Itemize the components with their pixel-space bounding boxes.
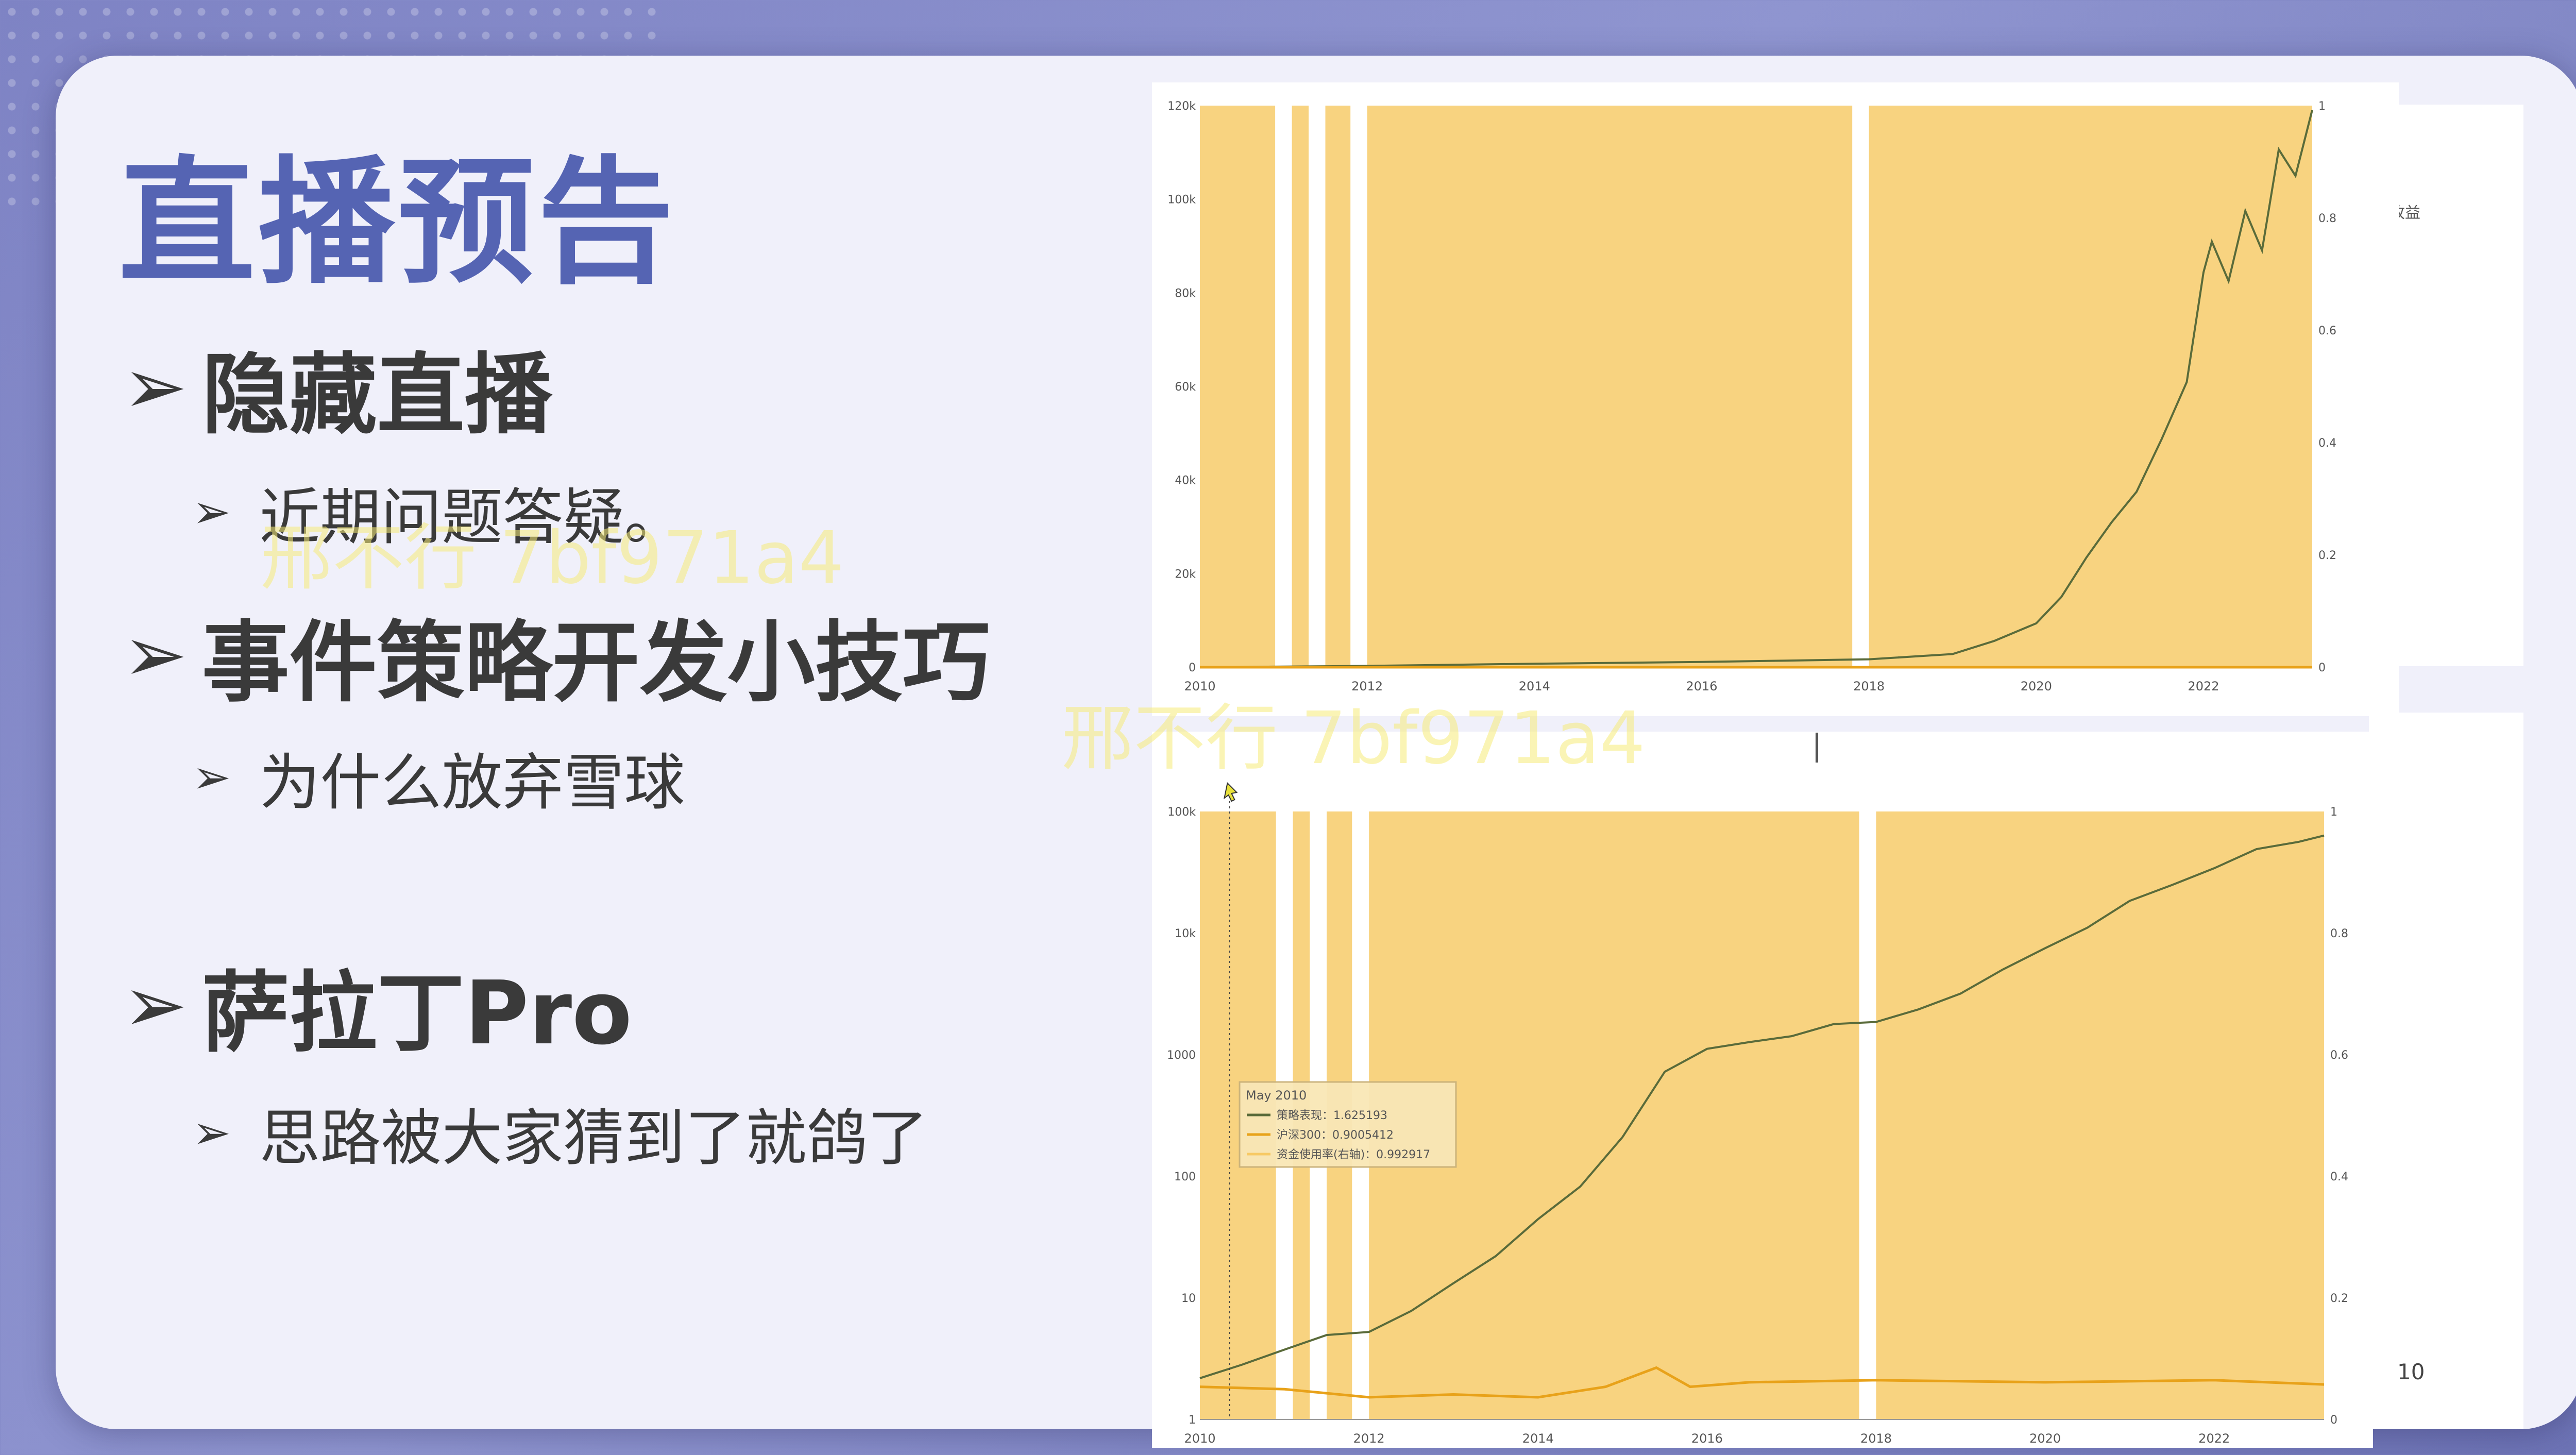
capital-usage-bar (1367, 106, 1853, 667)
capital-usage-bar (1292, 106, 1309, 667)
heading-hidden-live: 隐藏直播 (201, 344, 552, 446)
equity-curve-linear-chart[interactable]: 2010 2012 2014 2016 2018 2020 2022 0 20k 40k 60k 80… (1152, 82, 2399, 716)
x-tick-label: 2014 (1519, 679, 1550, 693)
y2-tick-label: 0.8 (2330, 927, 2348, 940)
y-tick-label: 1 (1189, 1414, 1196, 1427)
chart-panel-bottom: 2010 2012 2014 2016 2018 2020 2022 1 10 100 1000 10… (1152, 732, 2373, 1448)
x-tick-label: 2010 (1184, 679, 1215, 693)
arrow-bullet-icon: ➢ (192, 1106, 231, 1160)
bullet-sub-3: ➢ 思路被大家猜到了就鸽了 (192, 1089, 928, 1177)
sub-why-abandon-snowball: 为什么放弃雪球 (259, 747, 685, 818)
arrow-bullet-icon: ➢ (192, 750, 231, 804)
text-cursor-icon (1816, 733, 1818, 763)
sub-recent-qa: 近期问题答疑。 (259, 482, 685, 553)
x-tick-label: 2016 (1686, 679, 1717, 693)
bullet-sub-2: ➢ 为什么放弃雪球 (192, 733, 685, 821)
arrow-bullet-icon: ➢ (123, 342, 188, 432)
bullet-heading-3: ➢ 萨拉丁Pro (123, 942, 632, 1069)
y2-tick-label: 0.2 (2330, 1292, 2348, 1305)
x-tick-label: 2018 (1860, 1431, 1892, 1446)
y-tick-label: 100 (1174, 1171, 1196, 1183)
x-tick-label: 2014 (1522, 1431, 1554, 1446)
tooltip-row-label: 资金使用率(右轴)：0.992917 (1277, 1148, 1430, 1161)
heading-event-strategy-tips: 事件策略开发小技巧 (201, 612, 990, 714)
equity-curve-log-chart[interactable]: 2010 2012 2014 2016 2018 2020 2022110100100010… (1152, 732, 2373, 1448)
y-tick-label: 10 (1181, 1292, 1196, 1305)
x-tick-label: 2018 (1853, 679, 1885, 693)
arrow-bullet-icon: ➢ (192, 485, 231, 539)
y2-tick-label: 0 (2318, 662, 2326, 674)
y-tick-label: 40k (1175, 475, 1196, 487)
capital-usage-bar (1325, 106, 1351, 667)
y2-tick-label: 0.6 (2330, 1049, 2348, 1062)
heading-saladin-pro: 萨拉丁Pro (201, 962, 632, 1064)
tooltip-row-label: 策略表现：1.625193 (1277, 1109, 1387, 1122)
bullet-heading-2: ➢ 事件策略开发小技巧 (123, 591, 990, 718)
capital-usage-bar (1200, 106, 1276, 667)
x-tick-label: 2022 (2188, 679, 2219, 693)
x-tick-label: 2012 (1351, 679, 1383, 693)
y-tick-label: 80k (1175, 287, 1196, 300)
x-tick-label: 2012 (1353, 1431, 1385, 1446)
y-tick-label: 20k (1175, 568, 1196, 581)
capital-usage-bar (1869, 106, 2312, 667)
page-number: 10 (2397, 1359, 2425, 1384)
x-tick-label: 2010 (1184, 1431, 1215, 1446)
y-tick-label: 120k (1167, 100, 1196, 113)
mouse-pointer-icon (1223, 782, 1238, 802)
tooltip-row-label: 沪深300：0.9005412 (1277, 1129, 1394, 1142)
y-tick-label: 100k (1167, 194, 1196, 207)
chart-panel-top: 2010 2012 2014 2016 2018 2020 2022 0 20k 40k 60k 80… (1152, 82, 2399, 716)
legend-strip-bottom (2369, 713, 2523, 1429)
y2-tick-label: 0.4 (2318, 437, 2336, 450)
x-tick-label: 2020 (2021, 679, 2052, 693)
y-tick-label: 60k (1175, 381, 1196, 394)
bullet-heading-1: ➢ 隐藏直播 (123, 324, 552, 450)
capital-usage-bar (1876, 811, 2324, 1419)
y-tick-label: 10k (1175, 927, 1196, 940)
y2-tick-label: 1 (2318, 100, 2326, 113)
y2-tick-label: 0.6 (2318, 325, 2336, 337)
x-tick-label: 2020 (2029, 1431, 2061, 1446)
y-tick-label: 100k (1167, 806, 1196, 819)
x-tick-label: 2016 (1691, 1431, 1723, 1446)
y2-tick-label: 1 (2330, 806, 2337, 819)
tooltip-title: May 2010 (1246, 1088, 1307, 1103)
y2-tick-label: 0.8 (2318, 212, 2336, 225)
x-tick-label: 2022 (2198, 1431, 2230, 1446)
bullet-sub-1: ➢ 近期问题答疑。 (192, 468, 685, 556)
sub-idea-guessed: 思路被大家猜到了就鸽了 (259, 1103, 928, 1174)
y-tick-label: 1000 (1167, 1049, 1196, 1062)
y2-tick-label: 0 (2330, 1414, 2337, 1427)
slide-title: 直播预告 (118, 144, 677, 302)
y-tick-label: 0 (1189, 662, 1196, 674)
arrow-bullet-icon: ➢ (123, 610, 188, 700)
arrow-bullet-icon: ➢ (123, 960, 188, 1050)
y2-tick-label: 0.4 (2330, 1171, 2348, 1183)
y2-tick-label: 0.2 (2318, 549, 2336, 562)
